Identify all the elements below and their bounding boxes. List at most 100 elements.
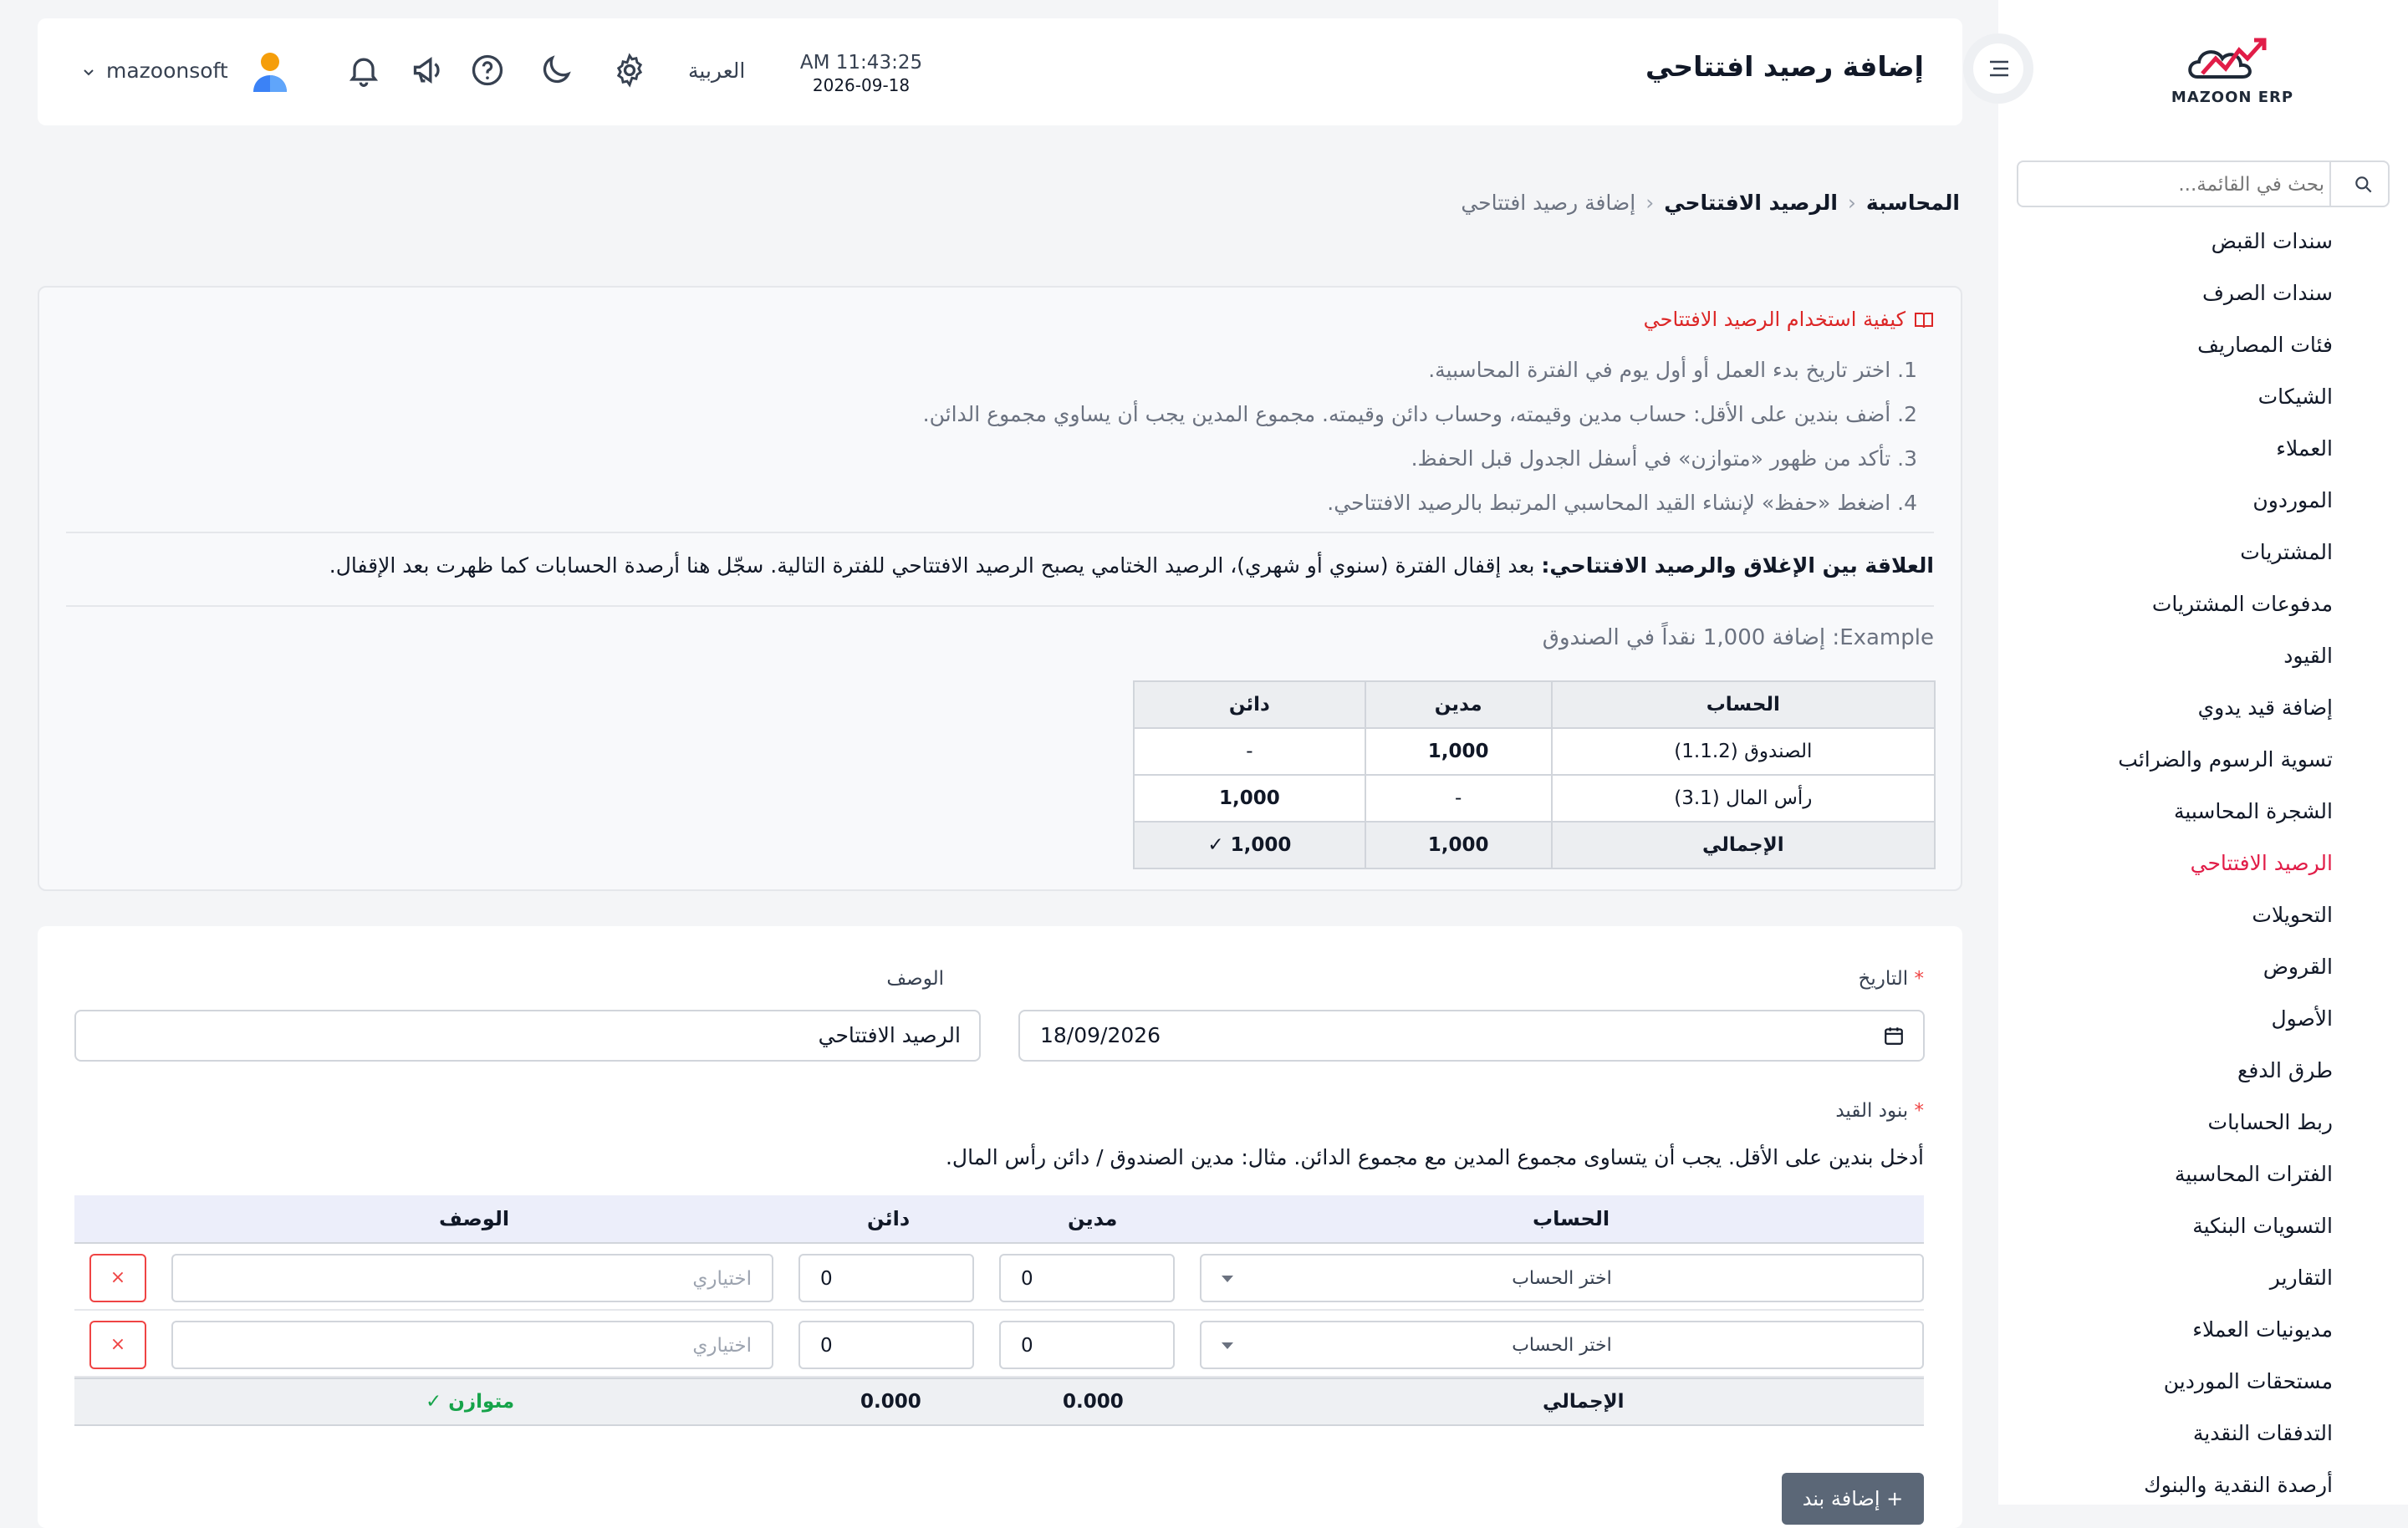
sidebar-item[interactable]: مديونيات العملاء — [1998, 1304, 2408, 1356]
account-select-text: اختر الحساب — [1512, 1268, 1612, 1289]
add-line-button[interactable]: + إضافة بند — [1782, 1473, 1924, 1525]
sidebar-item[interactable]: العملاء — [1998, 423, 2408, 475]
sidebar-item[interactable]: القيود — [1998, 630, 2408, 682]
sidebar-item[interactable]: الأصول — [1998, 993, 2408, 1045]
date-input[interactable]: 18/09/2026 — [1018, 1010, 1925, 1062]
help-steps: 1. اختر تاريخ بدء العمل أو أول يوم في ال… — [923, 348, 1917, 525]
date-label-text: التاريخ — [1858, 968, 1909, 990]
book-icon — [1915, 313, 1933, 329]
closing-relation-note: العلاقة بين الإغلاق والرصيد الافتتاحي: ب… — [329, 553, 1934, 578]
sidebar-item[interactable]: طرق الدفع — [1998, 1045, 2408, 1097]
sidebar-item-active[interactable]: الرصيد الافتتاحي — [1998, 838, 2408, 889]
line-description-placeholder: اختياري — [692, 1268, 752, 1290]
credit-input[interactable]: 0 — [798, 1254, 974, 1302]
sidebar-toggle-button[interactable] — [1963, 33, 2033, 104]
lines-header: الحساب مدين دائن الوصف — [74, 1195, 1924, 1244]
breadcrumb: المحاسبة ‹ الرصيد الافتتاحي ‹ إضافة رصيد افت… — [1461, 191, 1960, 215]
line-description-placeholder: اختياري — [692, 1335, 752, 1357]
journal-line-row: اختر الحساب 0 0 اختياري × — [74, 1311, 1924, 1378]
user-name[interactable]: mazoonsoft — [106, 59, 228, 83]
top-header: إضافة رصيد افتتاحي AM 11:43:25 2026-09-1… — [38, 18, 1962, 125]
sidebar-item[interactable]: أرصدة النقدية والبنوك — [1998, 1459, 2408, 1511]
help-title-text: كيفية استخدام الرصيد الافتتاحي — [1643, 308, 1905, 331]
chevron-down-icon[interactable] — [81, 65, 96, 80]
sidebar-item[interactable]: التحويلات — [1998, 889, 2408, 941]
breadcrumb-separator-icon: ‹ — [1645, 191, 1655, 215]
cell-total-debit: 1,000 — [1364, 821, 1553, 869]
sidebar-item[interactable]: فئات المصاريف — [1998, 319, 2408, 371]
sidebar-item[interactable]: ربط الحسابات — [1998, 1097, 2408, 1149]
total-debit: 0.000 — [1063, 1391, 1124, 1413]
cell-total-label: الإجمالي — [1550, 821, 1936, 869]
sidebar-item[interactable]: المشتريات — [1998, 527, 2408, 578]
breadcrumb-accounting[interactable]: المحاسبة — [1866, 191, 1960, 215]
sidebar-search-input[interactable] — [2025, 167, 2326, 202]
example-caption: Example: إضافة 1,000 نقداً في الصندوق — [1542, 625, 1934, 650]
cell-credit: - — [1133, 727, 1366, 776]
balanced-status: ✓ متوازن — [426, 1391, 515, 1413]
relation-text: بعد إقفال الفترة (سنوي أو شهري)، الرصيد … — [329, 553, 1542, 578]
sidebar-item[interactable]: التقارير — [1998, 1252, 2408, 1304]
sidebar-item[interactable]: الشيكات — [1998, 371, 2408, 423]
debit-input[interactable]: 0 — [999, 1254, 1175, 1302]
lines-label-text: بنود القيد — [1835, 1100, 1909, 1122]
app-logo[interactable]: MAZOON ERP — [2149, 33, 2316, 117]
sidebar-item[interactable]: مدفوعات المشتريات — [1998, 578, 2408, 630]
notifications-bell-icon[interactable] — [345, 52, 382, 89]
sidebar-item[interactable]: الموردون — [1998, 475, 2408, 527]
remove-line-button[interactable]: × — [89, 1321, 146, 1369]
sidebar-item[interactable]: تسوية الرسوم والضرائب — [1998, 734, 2408, 786]
sidebar-item[interactable]: الشجرة المحاسبية — [1998, 786, 2408, 838]
line-description-input[interactable]: اختياري — [171, 1321, 773, 1369]
required-mark: * — [1908, 968, 1924, 990]
date-label: * التاريخ — [1858, 968, 1924, 990]
line-description-input[interactable]: اختياري — [171, 1254, 773, 1302]
calendar-icon[interactable] — [1883, 1025, 1905, 1047]
divider — [66, 532, 1934, 533]
sidebar-search[interactable] — [2017, 160, 2390, 207]
user-avatar-icon[interactable] — [247, 48, 293, 95]
sidebar-item[interactable]: سندات القبض — [1998, 216, 2408, 267]
cell-debit: 1,000 — [1364, 727, 1553, 776]
lines-label: * بنود القيد — [1835, 1100, 1924, 1122]
col-account: الحساب — [1533, 1207, 1610, 1230]
credit-value: 0 — [820, 1268, 833, 1290]
account-select[interactable]: اختر الحساب — [1200, 1254, 1924, 1302]
table-total-row: الإجمالي 1,000 1,000 ✓ — [1133, 821, 1936, 869]
cell-account: رأس المال (3.1) — [1550, 774, 1936, 823]
settings-gear-icon[interactable] — [611, 52, 648, 89]
example-table: الحساب مدين دائن الصندوق (1.1.2) 1,000 -… — [1133, 680, 1936, 869]
lines-hint: أدخل بندين على الأقل. يجب أن يتساوى مجمو… — [945, 1145, 1924, 1169]
sidebar-item[interactable]: إضافة قيد يدوي — [1998, 682, 2408, 734]
credit-input[interactable]: 0 — [798, 1321, 974, 1369]
header-clock: AM 11:43:25 2026-09-18 — [794, 52, 928, 95]
breadcrumb-opening-balance[interactable]: الرصيد الافتتاحي — [1664, 191, 1838, 215]
credit-value: 0 — [820, 1335, 833, 1357]
search-icon[interactable] — [2353, 174, 2375, 196]
language-switch[interactable]: العربية — [688, 59, 745, 83]
dropdown-arrow-icon — [1222, 1342, 1233, 1349]
sidebar-menu: سندات القبض سندات الصرف فئات المصاريف ال… — [1998, 216, 2408, 1511]
sidebar-item[interactable]: التسويات البنكية — [1998, 1200, 2408, 1252]
date-value: 18/09/2026 — [1040, 1023, 1161, 1047]
sidebar-item[interactable]: سندات الصرف — [1998, 267, 2408, 319]
announcements-megaphone-icon[interactable] — [411, 52, 447, 89]
help-icon[interactable] — [469, 52, 506, 89]
description-value: الرصيد الافتتاحي — [818, 1023, 961, 1047]
help-step: 3. تأكد من ظهور «متوازن» في أسفل الجدول … — [1411, 446, 1917, 471]
dark-mode-moon-icon[interactable] — [538, 52, 574, 89]
account-select-text: اختر الحساب — [1512, 1335, 1612, 1356]
sidebar-item[interactable]: الفترات المحاسبية — [1998, 1149, 2408, 1200]
journal-line-row: اختر الحساب 0 0 اختياري × — [74, 1244, 1924, 1311]
remove-line-button[interactable]: × — [89, 1254, 146, 1302]
sidebar-item[interactable]: مستحقات الموردين — [1998, 1356, 2408, 1408]
help-step: 1. اختر تاريخ بدء العمل أو أول يوم في ال… — [1428, 358, 1917, 382]
account-select[interactable]: اختر الحساب — [1200, 1321, 1924, 1369]
debit-value: 0 — [1021, 1335, 1033, 1357]
sidebar-item[interactable]: التدفقات النقدية — [1998, 1408, 2408, 1459]
col-description: الوصف — [439, 1207, 510, 1230]
cell-debit: - — [1364, 774, 1553, 823]
description-input[interactable]: الرصيد الافتتاحي — [74, 1010, 981, 1062]
sidebar-item[interactable]: القروض — [1998, 941, 2408, 993]
debit-input[interactable]: 0 — [999, 1321, 1175, 1369]
